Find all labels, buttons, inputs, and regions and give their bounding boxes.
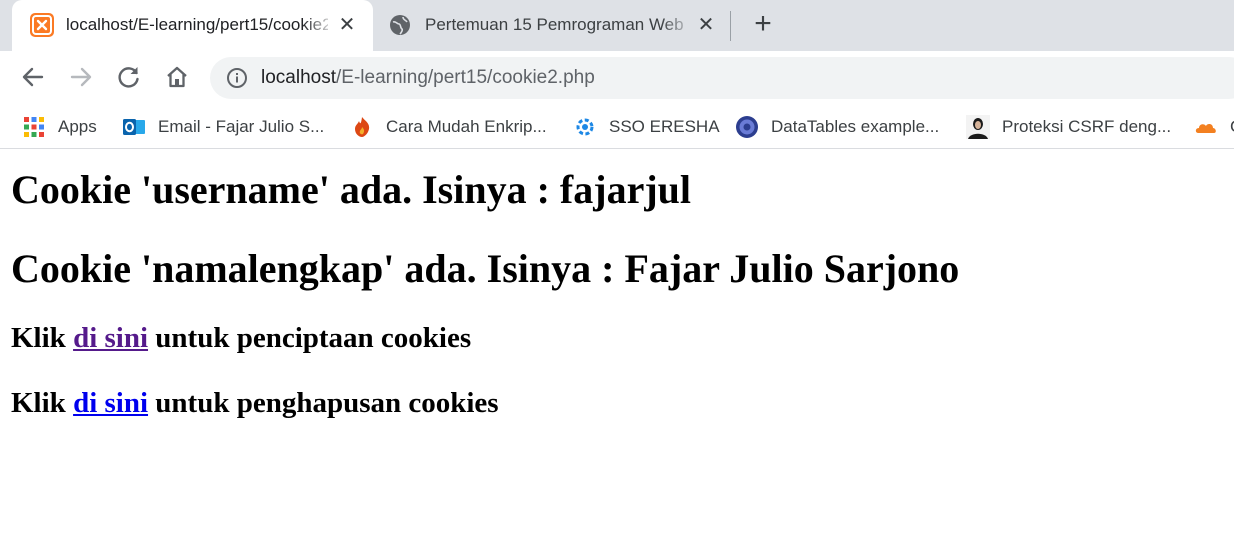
create-cookies-link[interactable]: di sini [73, 322, 148, 354]
bookmark-email[interactable]: Email - Fajar Julio S... [122, 105, 324, 149]
home-icon[interactable] [164, 64, 190, 90]
tab-active[interactable]: localhost/E-learning/pert15/cookie2.php … [12, 0, 373, 51]
url-host: localhost [261, 67, 336, 88]
url-path: /E-learning/pert15/cookie2.php [336, 67, 595, 88]
cloudflare-icon [1194, 115, 1218, 139]
sso-gear-icon [573, 115, 597, 139]
toolbar: localhost/E-learning/pert15/cookie2.php [0, 51, 1234, 105]
tab-separator [730, 11, 731, 41]
tab-title: localhost/E-learning/pert15/cookie2.php [66, 15, 328, 34]
bookmark-cara-mudah[interactable]: Cara Mudah Enkrip... [350, 105, 547, 149]
address-bar[interactable]: localhost/E-learning/pert15/cookie2.php [210, 57, 1234, 99]
person-avatar-icon [966, 115, 990, 139]
bookmark-datatables[interactable]: DataTables example... [735, 105, 939, 149]
cookie-username-heading: Cookie 'username' ada. Isinya : fajarjul [11, 167, 691, 212]
forward-arrow-icon[interactable] [68, 64, 94, 90]
back-arrow-icon[interactable] [20, 64, 46, 90]
new-tab-icon[interactable]: + [750, 9, 776, 39]
globe-icon [389, 14, 411, 41]
bookmark-label: Proteksi CSRF deng... [1002, 117, 1172, 136]
create-cookies-line: Klik di sini untuk penciptaan cookies [11, 322, 471, 355]
bookmark-label: Cara Mudah Enkrip... [386, 117, 547, 136]
bookmark-label: DataTables example... [771, 117, 940, 136]
outlook-icon [122, 115, 146, 139]
line-prefix: Klik [11, 387, 74, 419]
close-tab-icon[interactable]: ✕ [694, 13, 718, 37]
page-content: Cookie 'username' ada. Isinya : fajarjul… [0, 150, 1234, 533]
line-suffix: untuk penciptaan cookies [148, 322, 472, 354]
bookmark-sso-eresha[interactable]: SSO ERESHA [573, 105, 720, 149]
bookmark-apps[interactable]: Apps [22, 105, 97, 149]
line-prefix: Klik [11, 322, 74, 354]
xampp-icon [30, 13, 54, 37]
url-text[interactable]: localhost/E-learning/pert15/cookie2.php [261, 67, 595, 89]
bookmark-label: SSO ERESHA [609, 117, 720, 136]
reload-icon[interactable] [116, 64, 142, 90]
codeigniter-icon [350, 115, 374, 139]
bookmark-label: Email - Fajar Julio S... [158, 117, 325, 136]
datatables-icon [735, 115, 759, 139]
bookmark-proteksi-csrf[interactable]: Proteksi CSRF deng... [966, 105, 1171, 149]
site-info-icon[interactable] [226, 67, 248, 94]
tab-strip: localhost/E-learning/pert15/cookie2.php … [0, 0, 1234, 51]
tab-inactive[interactable]: Pertemuan 15 Pemrograman Web ✕ [373, 0, 725, 51]
apps-grid-icon [22, 115, 46, 139]
close-tab-icon[interactable]: ✕ [335, 13, 359, 37]
cookie-namalengkap-heading: Cookie 'namalengkap' ada. Isinya : Fajar… [11, 246, 960, 291]
tab-title: Pertemuan 15 Pemrograman Web [425, 15, 684, 34]
delete-cookies-line: Klik di sini untuk penghapusan cookies [11, 387, 499, 420]
line-suffix: untuk penghapusan cookies [148, 387, 499, 419]
bookmark-cloudflare[interactable]: C [1194, 105, 1234, 149]
bookmarks-bar: Apps Email - Fajar Julio S... Cara Mudah… [0, 105, 1234, 149]
bookmark-label: C [1230, 117, 1234, 137]
bookmark-label: Apps [58, 117, 97, 136]
delete-cookies-link[interactable]: di sini [73, 387, 148, 419]
